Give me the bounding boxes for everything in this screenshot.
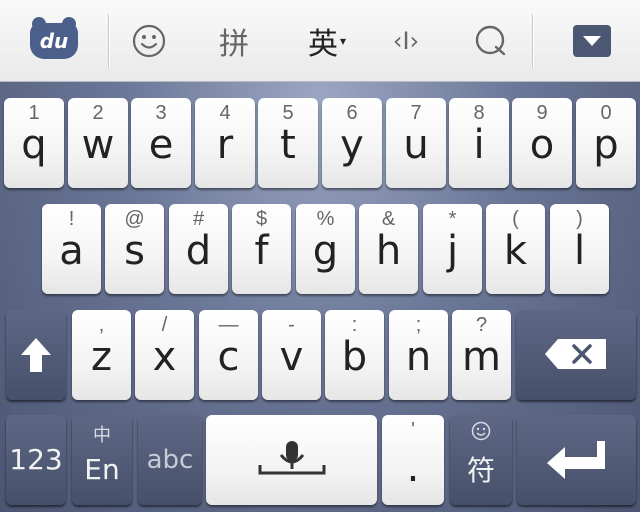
key-label: j [446,228,459,274]
key-label: h [375,228,402,274]
backspace-key[interactable] [516,310,636,400]
key-a[interactable]: ! a [42,204,101,294]
key-h[interactable]: & h [359,204,418,294]
toolbar-separator [532,14,533,68]
shift-arrow-icon [21,338,51,372]
key-c[interactable]: — c [199,310,258,400]
shift-key[interactable] [6,310,66,400]
smiley-icon [132,24,166,58]
key-f[interactable]: $ f [232,204,291,294]
key-w[interactable]: 2w [68,98,128,188]
key-label: g [312,228,339,274]
key-label: x [152,334,177,380]
key-t[interactable]: 5t [258,98,318,188]
key-q[interactable]: 1q [4,98,64,188]
period-sub-label: ' [411,419,415,441]
symbols-label: 符 [466,454,495,487]
logo-button[interactable]: du [18,0,90,82]
key-label: z [91,334,112,380]
key-x[interactable]: / x [135,310,194,400]
key-label: w [81,122,115,168]
key-s[interactable]: @ s [105,204,164,294]
key-label: m [462,334,501,380]
search-button[interactable] [466,0,516,82]
key-o[interactable]: 9o [512,98,572,188]
key-label: k [503,228,528,274]
key-label: o [529,122,555,168]
toolbar-separator [108,14,109,68]
keyboard: du 拼 英 ▾ ‹I› 1 q 2 w 3 e 4 r 5 t 6 y 7 u… [0,0,640,512]
small-smiley-icon [471,421,491,441]
enter-arrow-icon [547,441,605,479]
space-key[interactable] [206,415,377,505]
numbers-label: 123 [9,443,63,476]
key-e[interactable]: 3e [131,98,191,188]
key-y[interactable]: 6y [322,98,382,188]
microphone-icon [258,441,326,475]
enter-key[interactable] [517,415,636,505]
key-label: e [148,122,174,168]
logo-text: du [39,29,69,53]
key-d[interactable]: # d [169,204,228,294]
key-label: p [593,122,619,168]
key-label: q [21,122,47,168]
collapse-keyboard-button[interactable] [566,0,618,82]
key-label: y [340,122,364,168]
key-label: d [185,228,212,274]
key-p[interactable]: 0p [576,98,636,188]
english-mode-button[interactable]: 英 ▾ [296,0,358,82]
numbers-key[interactable]: 123 [6,415,66,505]
chinese-label: 中 [93,425,111,445]
key-l[interactable]: ) l [550,204,609,294]
key-v[interactable]: -v [262,310,321,400]
keyboard-toolbar: du 拼 英 ▾ ‹I› [0,0,640,82]
key-label: f [254,228,269,274]
key-label: r [216,122,234,168]
abc-key[interactable]: abc [138,415,202,505]
key-u[interactable]: 7u [386,98,446,188]
emoji-button[interactable] [124,0,174,82]
abc-label: abc [146,445,194,475]
dropdown-caret-icon: ▾ [339,34,347,48]
language-switch-key[interactable]: 中 En [72,415,132,505]
du-logo-icon: du [30,17,78,59]
key-i[interactable]: 8i [449,98,509,188]
period-key[interactable]: ' . [382,415,444,505]
symbols-key[interactable]: 符 [450,415,512,505]
key-b[interactable]: :b [325,310,384,400]
key-label: v [279,334,304,380]
key-label: t [280,122,296,168]
cursor-icon: ‹I› [392,27,420,55]
search-icon [475,25,506,56]
key-label: b [341,334,368,380]
period-label: . [406,445,420,491]
backspace-icon [545,339,606,369]
pinyin-mode-button[interactable]: 拼 [208,0,260,82]
key-label: n [405,334,432,380]
key-label: l [573,228,586,274]
key-label: i [473,122,485,168]
key-label: c [217,334,240,380]
key-label: s [124,228,145,274]
pinyin-label: 拼 [219,27,249,62]
key-z[interactable]: ,z [72,310,131,400]
key-g[interactable]: % g [296,204,355,294]
key-m[interactable]: ? m [452,310,511,400]
key-j[interactable]: * j [423,204,482,294]
key-label: a [59,228,84,274]
key-label: u [403,122,429,168]
key-k[interactable]: (k [486,204,545,294]
collapse-icon [573,25,611,57]
key-r[interactable]: 4r [195,98,255,188]
english-label: 英 [307,27,338,62]
key-n[interactable]: ; n [389,310,448,400]
english-label: En [84,453,120,486]
cursor-button[interactable]: ‹I› [378,0,434,82]
